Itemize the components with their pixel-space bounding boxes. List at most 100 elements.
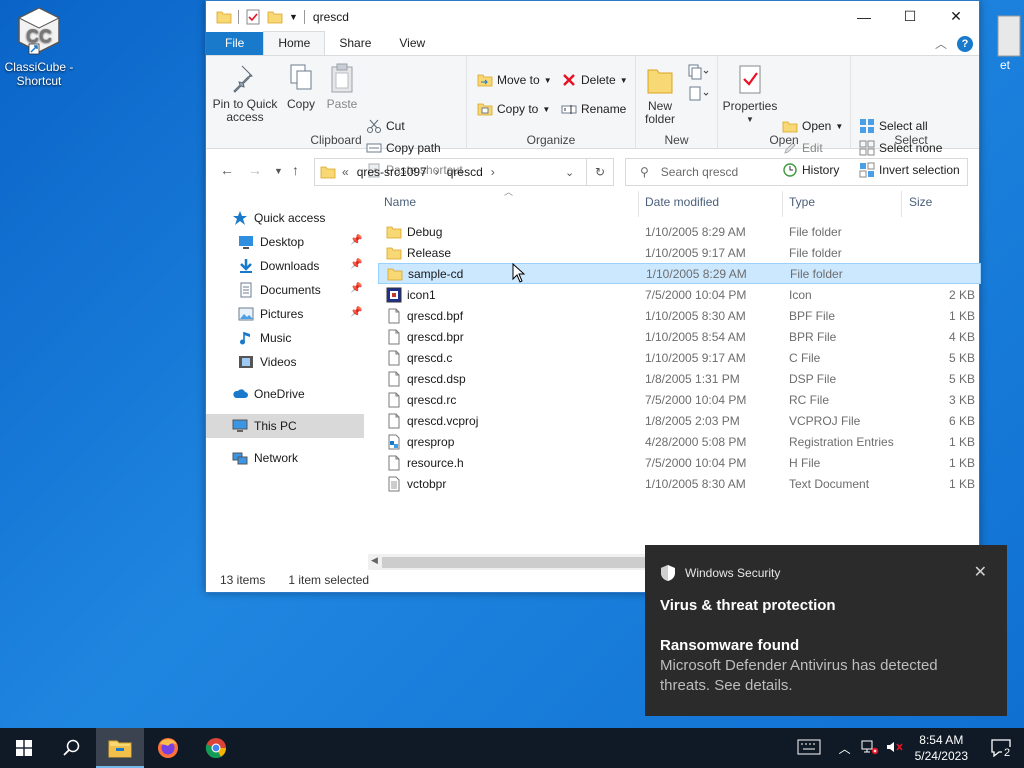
file-row[interactable]: qrescd.bpf 1/10/2005 8:30 AM BPF File 1 KB xyxy=(378,305,981,326)
nav-music[interactable]: Music xyxy=(206,326,364,350)
explorer-window: ▼ qrescd — ☐ ✕ File Home Share View ︿ ? … xyxy=(205,0,981,593)
file-size: 2 KB xyxy=(948,287,975,302)
up-arrow-icon[interactable]: ↑ xyxy=(292,162,299,178)
desktop-icon-partial[interactable]: et xyxy=(980,12,1024,82)
file-name-cell: sample-cd xyxy=(387,266,463,282)
breadcrumb-separator-icon[interactable]: › xyxy=(435,165,439,179)
file-date: 1/10/2005 9:17 AM xyxy=(645,245,746,260)
refresh-button[interactable]: ↻ xyxy=(586,158,614,186)
paste-button[interactable]: Paste xyxy=(324,62,360,111)
file-row[interactable]: Debug 1/10/2005 8:29 AM File folder xyxy=(378,221,981,242)
nav-videos[interactable]: Videos xyxy=(206,350,364,374)
open-button[interactable]: Open ▼ xyxy=(782,118,843,134)
recent-locations-icon[interactable]: ▼ xyxy=(274,166,283,176)
file-row[interactable]: qrescd.c 1/10/2005 9:17 AM C File 5 KB xyxy=(378,347,981,368)
file-row[interactable]: qrescd.vcproj 1/8/2005 2:03 PM VCPROJ File… xyxy=(378,410,981,431)
cut-button[interactable]: Cut xyxy=(366,118,405,134)
breadcrumb-item[interactable]: qrescd xyxy=(447,165,483,179)
properties-button[interactable]: Properties ▼ xyxy=(722,64,778,126)
file-row[interactable]: icon1 7/5/2000 10:04 PM Icon 2 KB xyxy=(378,284,981,305)
volume-muted-icon[interactable] xyxy=(885,739,903,758)
address-dropdown-icon[interactable]: ⌄ xyxy=(565,166,574,179)
clock[interactable]: 8:54 AM 5/24/2023 xyxy=(905,732,978,764)
nav-this-pc[interactable]: This PC xyxy=(206,414,364,438)
taskbar-chrome[interactable] xyxy=(192,728,240,768)
nav-quick-access[interactable]: Quick access xyxy=(206,206,364,230)
pin-icon[interactable]: 📌 xyxy=(350,283,362,295)
address-bar[interactable]: « qres-src1097 › qrescd › ⌄ xyxy=(314,158,614,186)
customize-dropdown-icon[interactable]: ▼ xyxy=(289,12,298,22)
start-button[interactable] xyxy=(0,728,48,768)
column-header-type[interactable]: Type xyxy=(789,185,815,219)
taskbar-firefox[interactable] xyxy=(144,728,192,768)
search-button[interactable] xyxy=(48,728,96,768)
collapse-ribbon-icon[interactable]: ︿ xyxy=(935,35,947,52)
column-header-name[interactable]: Name xyxy=(384,185,416,219)
tab-home[interactable]: Home xyxy=(263,31,326,55)
column-divider[interactable] xyxy=(901,191,902,217)
close-button[interactable]: ✕ xyxy=(933,1,979,32)
file-row[interactable]: qrescd.rc 7/5/2000 10:04 PM RC File 3 KB xyxy=(378,389,981,410)
nav-pictures[interactable]: Pictures 📌 xyxy=(206,302,364,326)
search-input[interactable]: Search qrescd xyxy=(661,165,738,179)
search-box[interactable]: ⚲ Search qrescd xyxy=(625,158,968,186)
column-divider[interactable] xyxy=(782,191,783,217)
notification-heading: Ransomware found xyxy=(660,637,800,654)
file-row[interactable]: qrescd.bpr 1/10/2005 8:54 AM BPR File 4 KB xyxy=(378,326,981,347)
delete-button[interactable]: Delete ▼ xyxy=(561,72,628,88)
new-folder-button[interactable]: New folder xyxy=(640,64,680,126)
properties-check-icon[interactable] xyxy=(245,9,261,25)
new-item-icon[interactable] xyxy=(688,64,710,80)
scroll-left-icon[interactable]: ◀ xyxy=(371,555,378,566)
help-icon[interactable]: ? xyxy=(957,35,973,52)
file-row[interactable]: qrescd.dsp 1/8/2005 1:31 PM DSP File 5 KB xyxy=(378,368,981,389)
column-header-size[interactable]: Size xyxy=(909,185,932,219)
copy-button[interactable]: Copy xyxy=(284,62,318,111)
column-divider[interactable] xyxy=(638,191,639,217)
nav-network[interactable]: Network xyxy=(206,446,364,470)
nav-documents[interactable]: Documents 📌 xyxy=(206,278,364,302)
minimize-button[interactable]: — xyxy=(841,1,887,32)
touch-keyboard-icon[interactable] xyxy=(797,739,821,758)
move-to-button[interactable]: Move to ▼ xyxy=(477,72,552,88)
nav-downloads[interactable]: Downloads 📌 xyxy=(206,254,364,278)
breadcrumb-item[interactable]: qres-src1097 xyxy=(357,165,427,179)
pin-icon[interactable]: 📌 xyxy=(350,307,362,319)
scrollbar-thumb[interactable] xyxy=(382,557,682,568)
breadcrumb-overflow[interactable]: « xyxy=(342,165,349,179)
tab-view[interactable]: View xyxy=(385,32,439,55)
security-notification[interactable]: Windows Security ✕ Virus & threat protec… xyxy=(645,545,1007,716)
action-center-button[interactable]: 2 xyxy=(978,728,1024,768)
back-arrow-icon[interactable]: ← xyxy=(220,162,234,178)
pin-icon[interactable]: 📌 xyxy=(350,259,362,271)
file-row[interactable]: Release 1/10/2005 9:17 AM File folder xyxy=(378,242,981,263)
file-name-cell: qrescd.rc xyxy=(386,392,456,408)
network-status-icon[interactable] xyxy=(861,739,879,758)
pin-icon[interactable]: 📌 xyxy=(350,235,362,247)
taskbar-file-explorer[interactable] xyxy=(96,728,144,768)
desktop-shortcut-classicube[interactable]: CC ClassiCube - Shortcut xyxy=(4,6,74,88)
file-name: Debug xyxy=(407,224,443,239)
select-all-button[interactable]: Select all xyxy=(859,118,928,134)
pin-quick-access-button[interactable]: Pin to Quick access xyxy=(212,62,278,124)
nav-desktop[interactable]: Desktop 📌 xyxy=(206,230,364,254)
videos-icon xyxy=(239,356,253,368)
tab-file[interactable]: File xyxy=(206,32,264,55)
easy-access-icon[interactable] xyxy=(688,86,710,102)
copy-to-button[interactable]: Copy to ▼ xyxy=(477,101,550,117)
file-row[interactable]: qresprop 4/28/2000 5:08 PM Registration En… xyxy=(378,431,981,452)
rename-button[interactable]: Rename xyxy=(561,101,626,117)
breadcrumb-separator-icon[interactable]: › xyxy=(491,165,495,179)
new-folder-icon[interactable] xyxy=(267,9,283,25)
file-row[interactable]: sample-cd 1/10/2005 8:29 AM File folder xyxy=(378,263,981,284)
column-header-date[interactable]: Date modified xyxy=(645,185,719,219)
notification-close-button[interactable]: ✕ xyxy=(974,562,987,582)
show-hidden-icons-icon[interactable]: ︿ xyxy=(839,740,851,757)
file-row[interactable]: vctobpr 1/10/2005 8:30 AM Text Document 1 K… xyxy=(378,473,981,494)
nav-onedrive[interactable]: OneDrive xyxy=(206,382,364,406)
file-row[interactable]: resource.h 7/5/2000 10:04 PM H File 1 KB xyxy=(378,452,981,473)
forward-arrow-icon[interactable]: → xyxy=(248,162,262,178)
maximize-button[interactable]: ☐ xyxy=(887,1,933,32)
file-list: Name ︿ Date modified Type Size Debug 1/10… xyxy=(378,185,981,549)
tab-share[interactable]: Share xyxy=(325,32,385,55)
